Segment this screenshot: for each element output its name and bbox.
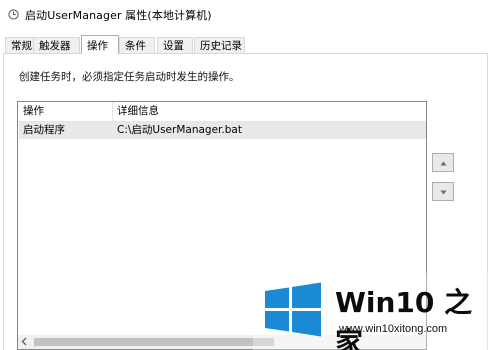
column-header-details[interactable]: 详细信息 — [113, 102, 426, 121]
column-header-action[interactable]: 操作 — [18, 102, 113, 121]
tab-label: 历史记录 — [200, 40, 242, 52]
action-cell: 启动程序 — [23, 124, 65, 136]
tab-label: 操作 — [87, 39, 108, 52]
watermark: Win10 之家 www.win10xitong.com — [253, 273, 493, 350]
tab-actions[interactable]: 操作 — [81, 35, 119, 54]
scroll-left-icon[interactable] — [21, 337, 27, 349]
watermark-url: www.win10xitong.com — [339, 323, 448, 335]
triangle-up-icon — [440, 156, 447, 169]
move-down-button[interactable] — [432, 182, 454, 201]
tab-triggers[interactable]: 触发器 — [33, 37, 80, 53]
tab-settings[interactable]: 设置 — [157, 37, 193, 53]
move-up-button[interactable] — [432, 153, 454, 172]
tab-conditions[interactable]: 条件 — [119, 37, 155, 53]
tab-general[interactable]: 常规 — [5, 37, 34, 53]
window-title: 启动UserManager 属性(本地计算机) — [25, 8, 212, 22]
title-bar[interactable]: 启动UserManager 属性(本地计算机) — [0, 0, 493, 29]
watermark-brand: Win10 之家 — [335, 286, 473, 350]
tab-strip: 常规 触发器 操作 条件 设置 历史记录 — [0, 35, 493, 54]
tab-label: 常规 — [11, 40, 32, 52]
details-cell: C:\启动UserManager.bat — [117, 124, 242, 136]
tab-history[interactable]: 历史记录 — [194, 37, 245, 53]
triangle-down-icon — [440, 185, 447, 198]
tab-label: 条件 — [125, 40, 146, 52]
properties-dialog: 启动UserManager 属性(本地计算机) 常规 触发器 操作 条件 设置 … — [0, 0, 493, 350]
tab-label: 设置 — [163, 40, 184, 52]
list-item[interactable]: 启动程序 C:\启动UserManager.bat — [19, 122, 426, 139]
instruction-text: 创建任务时，必须指定任务启动时发生的操作。 — [19, 71, 240, 83]
clock-icon — [8, 9, 19, 20]
list-header: 操作 详细信息 — [18, 102, 426, 122]
windows-logo-icon — [259, 279, 325, 339]
scrollbar-thumb[interactable] — [34, 338, 274, 346]
tab-label: 触发器 — [39, 40, 71, 52]
